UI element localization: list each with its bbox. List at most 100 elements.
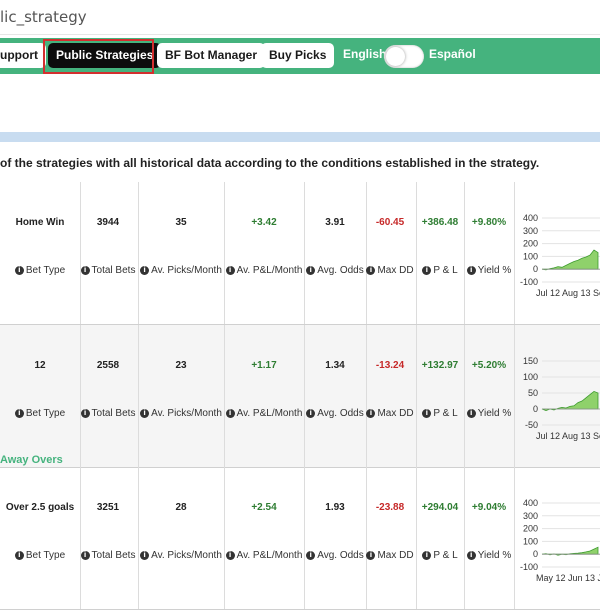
info-icon[interactable]: i <box>422 409 432 418</box>
info-icon[interactable]: i <box>140 266 150 275</box>
info-icon[interactable]: i <box>422 551 432 560</box>
column-divider <box>138 467 139 609</box>
strategy-row[interactable]: Home Win i Bet Type 3944 i Total Bets 35 i Av. P… <box>0 182 600 325</box>
address-bar-url[interactable]: lic_strategy <box>0 8 87 26</box>
info-icon[interactable]: i <box>225 551 235 560</box>
chart-y-tick: 100 <box>523 251 538 261</box>
column-divider <box>304 182 305 324</box>
yield-label-text: Yield % <box>477 408 512 419</box>
total-bets-value: 2558 <box>96 360 120 371</box>
pl-sparkline-chart[interactable]: 400 300 200 100 0 -100Jul 12 Aug 13 Se <box>512 212 600 308</box>
chart-y-tick: -50 <box>525 420 538 430</box>
total-bets-label-text: Total Bets <box>91 265 136 276</box>
column-divider <box>224 182 225 324</box>
bet-type-label-text: Bet Type <box>25 265 66 276</box>
info-icon[interactable]: i <box>366 551 376 560</box>
info-icon[interactable]: i <box>422 266 432 275</box>
bet-type-value: Home Win <box>15 217 65 228</box>
info-icon[interactable]: i <box>366 266 376 275</box>
info-icon[interactable]: i <box>80 409 90 418</box>
column-divider <box>416 182 417 324</box>
info-icon[interactable]: i <box>14 409 24 418</box>
picks-per-month-label-text: Av. Picks/Month <box>151 408 222 419</box>
chart-y-tick: -100 <box>520 277 538 287</box>
info-icon[interactable]: i <box>14 266 24 275</box>
picks-per-month-value: 28 <box>175 502 187 513</box>
chart-y-tick: 400 <box>523 213 538 223</box>
total-bets-label-text: Total Bets <box>91 408 136 419</box>
info-icon[interactable]: i <box>80 551 90 560</box>
column-divider <box>304 325 305 467</box>
strategy-row[interactable]: 12 i Bet Type 2558 i Total Bets 23 i Av. Picks/M… <box>0 325 600 468</box>
section-divider <box>0 132 600 142</box>
info-icon[interactable]: i <box>140 409 150 418</box>
chart-y-tick: 100 <box>523 372 538 382</box>
column-divider <box>366 182 367 324</box>
address-bar[interactable]: lic_strategy <box>0 0 600 35</box>
chart-x-ticks: Jul 12 Aug 13 Se <box>536 288 600 298</box>
chart-x-ticks: Jul 12 Aug 13 Se <box>536 431 600 441</box>
chart-y-tick: 300 <box>523 511 538 521</box>
chart-y-tick: 0 <box>533 264 538 274</box>
support-button[interactable]: upport <box>0 43 46 68</box>
chart-y-tick: 400 <box>523 498 538 508</box>
info-icon[interactable]: i <box>466 409 476 418</box>
info-icon[interactable]: i <box>140 551 150 560</box>
chart-y-tick: 300 <box>523 226 538 236</box>
chart-pl-area <box>541 390 599 412</box>
column-divider <box>464 467 465 609</box>
picks-per-month-label: i Av. Picks/Month <box>136 550 226 561</box>
picks-per-month-value: 35 <box>175 217 187 228</box>
column-divider <box>224 467 225 609</box>
picks-per-month-label: i Av. Picks/Month <box>136 265 226 276</box>
picks-per-month-label-text: Av. Picks/Month <box>151 550 222 561</box>
strategies-description: of the strategies with all historical da… <box>0 156 540 170</box>
column-divider <box>464 182 465 324</box>
info-icon[interactable]: i <box>225 266 235 275</box>
pl-per-month-value: +1.17 <box>251 360 277 371</box>
pl-per-month-value: +3.42 <box>251 217 277 228</box>
info-icon[interactable]: i <box>80 266 90 275</box>
chart-x-ticks: May 12 Jun 13 J <box>536 573 600 583</box>
info-icon[interactable]: i <box>306 409 316 418</box>
picks-per-month-label: i Av. Picks/Month <box>136 408 226 419</box>
bet-type-label-text: Bet Type <box>25 408 66 419</box>
language-english-label: English <box>343 47 387 61</box>
info-icon[interactable]: i <box>466 551 476 560</box>
info-icon[interactable]: i <box>466 266 476 275</box>
language-spanish-label: Español <box>429 47 476 61</box>
bet-type-label-text: Bet Type <box>25 550 66 561</box>
chart-y-tick: 0 <box>533 549 538 559</box>
pl-sparkline-chart[interactable]: 400 300 200 100 0 -100May 12 Jun 13 J <box>512 497 600 593</box>
column-divider <box>224 325 225 467</box>
column-divider <box>366 467 367 609</box>
bet-type-value: 12 <box>34 360 46 371</box>
info-icon[interactable]: i <box>225 409 235 418</box>
chart-y-tick: 200 <box>523 239 538 249</box>
total-bets-value: 3251 <box>96 502 120 513</box>
chart-y-tick: -100 <box>520 562 538 572</box>
pl-sparkline-chart[interactable]: 150 100 50 0 -50Jul 12 Aug 13 Se <box>512 355 600 451</box>
picks-per-month-value: 23 <box>175 360 187 371</box>
language-toggle[interactable] <box>384 45 424 68</box>
column-divider <box>138 182 139 324</box>
info-icon[interactable]: i <box>306 266 316 275</box>
column-divider <box>416 467 417 609</box>
chart-y-tick: 150 <box>523 356 538 366</box>
info-icon[interactable]: i <box>306 551 316 560</box>
buy-picks-button[interactable]: Buy Picks <box>261 43 335 68</box>
chart-y-tick: 50 <box>528 388 538 398</box>
strategy-row[interactable]: Away Overs Over 2.5 goals i Bet Type 3251 i To… <box>0 454 600 610</box>
chart-y-tick: 100 <box>523 536 538 546</box>
info-icon[interactable]: i <box>366 409 376 418</box>
bet-type-value: Over 2.5 goals <box>5 502 75 513</box>
column-divider <box>416 325 417 467</box>
column-divider <box>304 467 305 609</box>
chart-y-tick: 0 <box>533 404 538 414</box>
total-bets-label-text: Total Bets <box>91 550 136 561</box>
bf-bot-manager-button[interactable]: BF Bot Manager <box>157 43 266 68</box>
toggle-knob[interactable] <box>386 47 405 66</box>
yield-label-text: Yield % <box>477 265 512 276</box>
info-icon[interactable]: i <box>14 551 24 560</box>
strategy-name[interactable]: Away Overs <box>0 454 63 466</box>
